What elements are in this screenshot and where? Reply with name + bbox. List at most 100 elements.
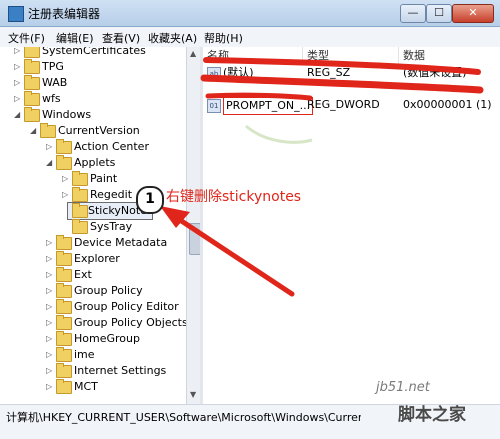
folder-icon <box>56 155 72 170</box>
tree-item-label: WAB <box>42 76 68 89</box>
value-row-default[interactable]: ab (默认) REG_SZ (数值未设置) <box>203 65 500 81</box>
folder-icon <box>72 171 88 186</box>
value-data: (数值未设置) <box>403 66 467 79</box>
tree-item-label: Regedit <box>90 188 133 201</box>
folder-icon <box>24 59 40 74</box>
tree-item-group-policy-objects[interactable]: ▷ Group Policy Objects <box>0 315 186 331</box>
tree-item-tpg[interactable]: ▷ TPG <box>0 59 186 75</box>
tree-item-label: Explorer <box>74 252 120 265</box>
annotation-label: 右键删除stickynotes <box>166 189 302 205</box>
folder-icon <box>56 379 72 394</box>
maximize-button[interactable]: ☐ <box>426 4 452 23</box>
folder-icon <box>56 315 72 330</box>
expand-icon[interactable]: ▷ <box>46 315 54 331</box>
expand-icon[interactable]: ▷ <box>14 47 22 59</box>
tree-item-label: Group Policy <box>74 284 143 297</box>
tree-item-homegroup[interactable]: ▷ HomeGroup <box>0 331 186 347</box>
values-list-pane: 名称 类型 数据 ab (默认) REG_SZ (数值未设置) 01 PROMP… <box>203 47 500 404</box>
scroll-down-arrow-icon[interactable]: ▼ <box>190 390 196 399</box>
collapse-icon[interactable]: ◢ <box>46 155 54 171</box>
value-name: (默认) <box>223 66 254 79</box>
close-button[interactable]: ✕ <box>452 4 494 23</box>
collapse-icon[interactable]: ◢ <box>14 107 22 123</box>
folder-icon <box>56 267 72 282</box>
value-name: PROMPT_ON_... <box>223 97 314 115</box>
menu-edit[interactable]: 编辑(E) <box>56 30 94 46</box>
folder-icon <box>72 203 88 218</box>
tree-item-ext[interactable]: ▷ Ext <box>0 267 186 283</box>
tree-item-label: SysTray <box>90 220 133 233</box>
expand-icon[interactable]: ▷ <box>46 363 54 379</box>
expand-icon[interactable]: ▷ <box>46 283 54 299</box>
annotation-step-number: 1 <box>136 186 164 214</box>
tree-item-label: Ext <box>74 268 92 281</box>
minimize-button[interactable]: — <box>400 4 426 23</box>
value-type: REG_SZ <box>307 66 351 79</box>
tree-item-label: Applets <box>74 156 116 169</box>
expand-icon[interactable]: ▷ <box>14 91 22 107</box>
menu-favorites[interactable]: 收藏夹(A) <box>148 30 197 46</box>
folder-icon <box>24 75 40 90</box>
column-header-type[interactable]: 类型 <box>303 47 399 65</box>
expand-icon[interactable]: ▷ <box>46 139 54 155</box>
expand-icon[interactable]: ▷ <box>14 75 22 91</box>
expand-icon[interactable]: ▷ <box>14 59 22 75</box>
tree-item-applets[interactable]: ◢ Applets <box>0 155 186 171</box>
scroll-up-arrow-icon[interactable]: ▲ <box>190 49 196 58</box>
column-header-name[interactable]: 名称 <box>203 47 303 65</box>
tree-item-explorer[interactable]: ▷ Explorer <box>0 251 186 267</box>
tree-item-currentversion[interactable]: ◢ CurrentVersion <box>0 123 186 139</box>
regedit-app-icon <box>8 6 24 22</box>
site-watermark: jb51.net 脚本之家 <box>376 380 496 434</box>
tree-vertical-scrollbar[interactable]: ▲ ▼ <box>186 47 201 404</box>
tree-item-label: Device Metadata <box>74 236 168 249</box>
column-header-data[interactable]: 数据 <box>399 47 500 65</box>
folder-icon <box>72 219 88 234</box>
tree-item-label: Windows <box>42 108 92 121</box>
status-key-path: 计算机\HKEY_CURRENT_USER\Software\Microsoft… <box>6 411 361 424</box>
folder-icon <box>56 363 72 378</box>
expand-icon[interactable]: ▷ <box>46 251 54 267</box>
folder-icon <box>72 187 88 202</box>
tree-item-systray[interactable]: SysTray <box>0 219 186 235</box>
folder-icon <box>56 283 72 298</box>
menu-view[interactable]: 查看(V) <box>102 30 140 46</box>
tree-item-label: Paint <box>90 172 118 185</box>
expand-icon[interactable]: ▷ <box>46 235 54 251</box>
collapse-icon[interactable]: ◢ <box>30 123 38 139</box>
tree-item-label: SystemCertificates <box>42 47 146 57</box>
folder-icon <box>56 139 72 154</box>
menu-file[interactable]: 文件(F) <box>8 30 45 46</box>
tree-item-wab[interactable]: ▷ WAB <box>0 75 186 91</box>
tree-item-group-policy[interactable]: ▷ Group Policy <box>0 283 186 299</box>
expand-icon[interactable]: ▷ <box>46 347 54 363</box>
folder-icon <box>56 299 72 314</box>
tree-item-label: Action Center <box>74 140 149 153</box>
tree-item-windows[interactable]: ◢ Windows <box>0 107 186 123</box>
menu-help[interactable]: 帮助(H) <box>204 30 243 46</box>
expand-icon[interactable]: ▷ <box>46 331 54 347</box>
registry-editor-window: 注册表编辑器 — ☐ ✕ 文件(F) 编辑(E) 查看(V) 收藏夹(A) 帮助… <box>0 0 500 439</box>
value-data: 0x00000001 (1) <box>403 98 492 111</box>
title-bar[interactable]: 注册表编辑器 — ☐ ✕ <box>0 0 500 27</box>
tree-item-device-metadata[interactable]: ▷ Device Metadata <box>0 235 186 251</box>
watermark-url: jb51.net <box>376 380 430 395</box>
tree-item-paint[interactable]: ▷ Paint <box>0 171 186 187</box>
expand-icon[interactable]: ▷ <box>46 379 54 395</box>
expand-icon[interactable]: ▷ <box>46 299 54 315</box>
folder-icon <box>56 347 72 362</box>
value-row-prompt-on[interactable]: 01 PROMPT_ON_... REG_DWORD 0x00000001 (1… <box>203 97 500 115</box>
tree-item-label: ime <box>74 348 95 361</box>
tree-item-wfs[interactable]: ▷ wfs <box>0 91 186 107</box>
tree-item-internet-settings[interactable]: ▷ Internet Settings <box>0 363 186 379</box>
tree-item-action-center[interactable]: ▷ Action Center <box>0 139 186 155</box>
tree-item-group-policy-editor[interactable]: ▷ Group Policy Editor <box>0 299 186 315</box>
tree-item-ime[interactable]: ▷ ime <box>0 347 186 363</box>
window-title: 注册表编辑器 <box>28 7 101 21</box>
expand-icon[interactable]: ▷ <box>62 187 70 203</box>
expand-icon[interactable]: ▷ <box>62 171 70 187</box>
expand-icon[interactable]: ▷ <box>46 267 54 283</box>
tree-item-systemcertificates[interactable]: ▷ SystemCertificates <box>0 47 186 59</box>
tree-item-mct[interactable]: ▷ MCT <box>0 379 186 395</box>
folder-icon <box>40 123 56 138</box>
